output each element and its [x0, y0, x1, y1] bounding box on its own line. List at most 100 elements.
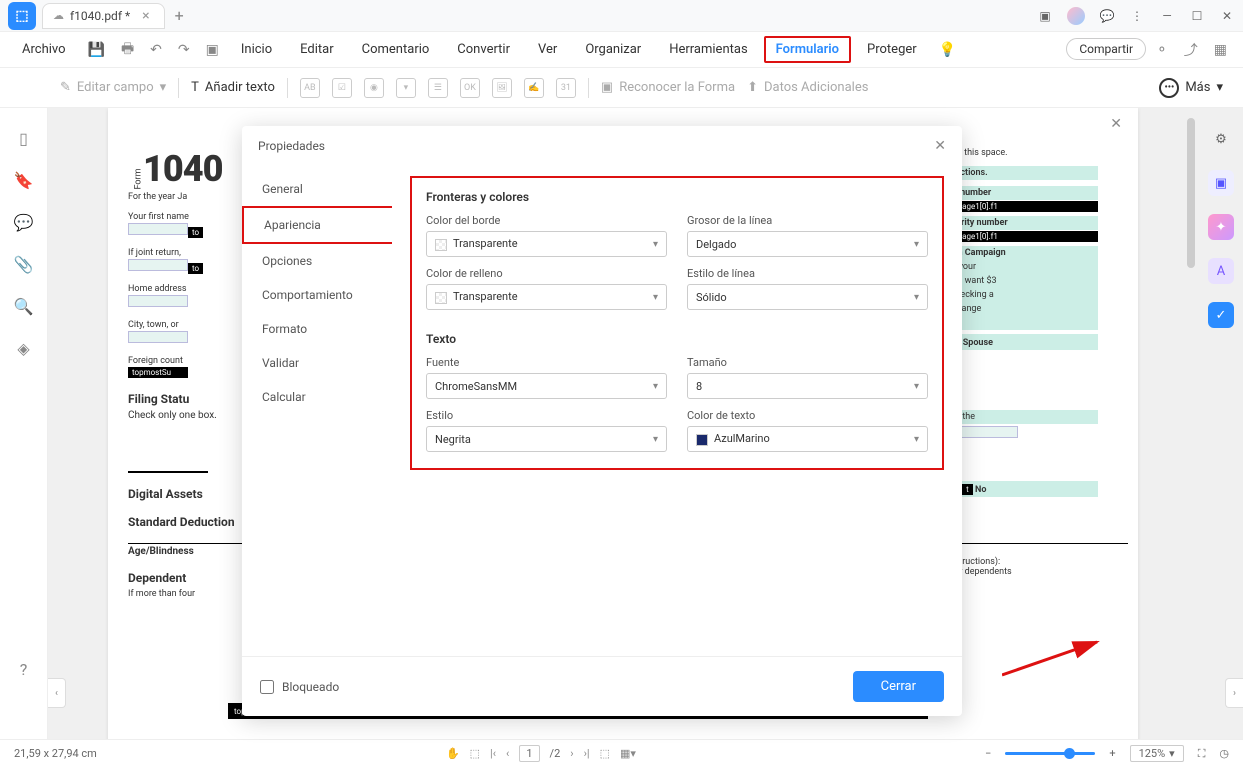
- menu-comentario[interactable]: Comentario: [350, 36, 442, 63]
- size-select[interactable]: 8▾: [687, 373, 928, 399]
- fill-color-select[interactable]: Transparente▾: [426, 284, 667, 310]
- vertical-scrollbar[interactable]: [1187, 118, 1195, 268]
- select-tool-icon[interactable]: ⬚: [470, 747, 480, 760]
- check-rail-icon[interactable]: ✓: [1208, 302, 1234, 328]
- fit-icon[interactable]: ⬚: [600, 747, 610, 760]
- bookmarks-icon[interactable]: 🔖: [14, 170, 34, 190]
- menu-organizar[interactable]: Organizar: [573, 36, 653, 63]
- read-mode-icon[interactable]: ◷: [1219, 747, 1229, 760]
- more-button[interactable]: ••• Más ▾: [1159, 78, 1223, 98]
- tab-formato[interactable]: Formato: [242, 312, 392, 346]
- border-color-select[interactable]: Transparente▾: [426, 231, 667, 257]
- menu-proteger[interactable]: Proteger: [855, 36, 929, 63]
- first-page-icon[interactable]: |‹: [490, 747, 496, 760]
- tab-opciones[interactable]: Opciones: [242, 244, 392, 278]
- line-style-select[interactable]: Sólido▾: [687, 284, 928, 310]
- share-button[interactable]: Compartir: [1066, 38, 1146, 60]
- page-close-icon[interactable]: ✕: [1110, 116, 1122, 132]
- field-box[interactable]: [128, 295, 188, 307]
- zoom-select[interactable]: 125% ▾: [1130, 745, 1184, 762]
- tab-general[interactable]: General: [242, 172, 392, 206]
- close-window-icon[interactable]: ✕: [1219, 8, 1235, 24]
- dialog-close-icon[interactable]: ✕: [934, 138, 946, 154]
- save-icon[interactable]: 💾: [82, 38, 111, 62]
- panel-icon[interactable]: ▣: [1037, 8, 1053, 24]
- attachments-icon[interactable]: 📎: [14, 254, 34, 274]
- undo-icon[interactable]: ↶: [144, 38, 168, 62]
- menu-inicio[interactable]: Inicio: [229, 36, 284, 63]
- collapse-left-button[interactable]: ‹: [48, 678, 66, 708]
- tab-apariencia[interactable]: Apariencia: [242, 206, 392, 244]
- kebab-icon[interactable]: ⋮: [1129, 8, 1145, 24]
- separator: [178, 78, 179, 98]
- additional-data-button[interactable]: ⬆ Datos Adicionales: [747, 80, 868, 95]
- hand-tool-icon[interactable]: ✋: [446, 747, 460, 760]
- menu-editar[interactable]: Editar: [288, 36, 346, 63]
- zoom-in-icon[interactable]: +: [1109, 747, 1115, 760]
- edit-field-button[interactable]: ✎ Editar campo ▾: [60, 80, 166, 95]
- layout-icon[interactable]: ▦▾: [620, 747, 636, 760]
- locked-checkbox-input[interactable]: [260, 680, 274, 694]
- bulb-icon[interactable]: 💡: [933, 38, 962, 62]
- menu-herramientas[interactable]: Herramientas: [657, 36, 759, 63]
- upload-icon[interactable]: ⤴: [1178, 36, 1204, 64]
- menu-convertir[interactable]: Convertir: [445, 36, 522, 63]
- minimize-icon[interactable]: —: [1159, 8, 1175, 24]
- list-field-icon[interactable]: ☰: [428, 78, 448, 98]
- link-icon[interactable]: ⚬: [1150, 38, 1174, 62]
- chat-icon[interactable]: 💬: [1099, 8, 1115, 24]
- zoom-slider[interactable]: [1005, 752, 1095, 755]
- text-color-select[interactable]: AzulMarino▾: [687, 426, 928, 452]
- help-icon[interactable]: ?: [14, 659, 34, 679]
- recognize-form-button[interactable]: ▣ Reconocer la Forma: [601, 80, 735, 95]
- tool-rail-icon[interactable]: ▣: [1208, 170, 1234, 196]
- field-box[interactable]: [128, 259, 188, 271]
- page-input[interactable]: 1: [519, 745, 539, 762]
- prev-page-icon[interactable]: ‹: [506, 747, 509, 760]
- translate-rail-icon[interactable]: A: [1208, 258, 1234, 284]
- menu-formulario[interactable]: Formulario: [764, 36, 851, 63]
- menu-archivo[interactable]: Archivo: [10, 36, 78, 63]
- document-tab[interactable]: ☁ f1040.pdf * ×: [42, 3, 165, 29]
- next-page-icon[interactable]: ›: [570, 747, 573, 760]
- ai-rail-icon[interactable]: ✦: [1208, 214, 1234, 240]
- field-box[interactable]: [128, 223, 188, 235]
- settings-rail-icon[interactable]: ⚙: [1208, 126, 1234, 152]
- signature-field-icon[interactable]: ✍: [524, 78, 544, 98]
- zoom-out-icon[interactable]: −: [985, 747, 991, 760]
- field-box[interactable]: [128, 331, 188, 343]
- fullscreen-icon[interactable]: ⛶: [1198, 747, 1206, 761]
- checkbox-field-icon[interactable]: ☑: [332, 78, 352, 98]
- date-field-icon[interactable]: 31: [556, 78, 576, 98]
- tab-validar[interactable]: Validar: [242, 346, 392, 380]
- menu-ver[interactable]: Ver: [526, 36, 569, 63]
- field-ab-icon[interactable]: AB: [300, 78, 320, 98]
- line-width-select[interactable]: Delgado▾: [687, 231, 928, 257]
- search-icon[interactable]: 🔍: [14, 296, 34, 316]
- grid-icon[interactable]: ▦: [1208, 38, 1233, 62]
- avatar[interactable]: [1067, 7, 1085, 25]
- tab-calcular[interactable]: Calcular: [242, 380, 392, 414]
- font-select[interactable]: ChromeSansMM▾: [426, 373, 667, 399]
- image-field-icon[interactable]: 🖼: [492, 78, 512, 98]
- dropdown-field-icon[interactable]: ▾: [396, 78, 416, 98]
- thumbnails-icon[interactable]: ▯: [14, 128, 34, 148]
- app-logo[interactable]: ⬚: [8, 2, 36, 30]
- locked-checkbox[interactable]: Bloqueado: [260, 680, 339, 694]
- comments-icon[interactable]: 💬: [14, 212, 34, 232]
- new-tab-button[interactable]: +: [175, 6, 184, 25]
- add-text-button[interactable]: T Añadir texto: [191, 80, 275, 95]
- last-page-icon[interactable]: ›|: [584, 747, 590, 760]
- style-select[interactable]: Negrita▾: [426, 426, 667, 452]
- redo-icon[interactable]: ↷: [172, 38, 196, 62]
- print-icon[interactable]: 🖶: [115, 34, 140, 66]
- close-icon[interactable]: ×: [142, 8, 149, 24]
- layers-icon[interactable]: ◈: [14, 338, 34, 358]
- close-button[interactable]: Cerrar: [853, 671, 944, 702]
- app-icon[interactable]: ▣: [200, 38, 225, 62]
- button-field-icon[interactable]: OK: [460, 78, 480, 98]
- radio-field-icon[interactable]: ◉: [364, 78, 384, 98]
- chevron-down-icon: ▾: [914, 434, 919, 445]
- tab-comportamiento[interactable]: Comportamiento: [242, 278, 392, 312]
- maximize-icon[interactable]: ☐: [1189, 8, 1205, 24]
